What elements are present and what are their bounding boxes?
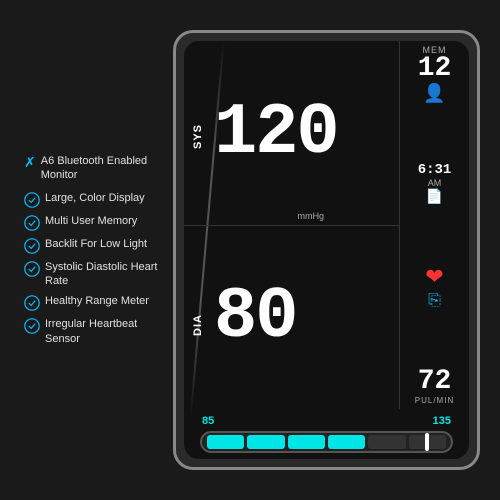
feature-item-backlit: Backlit For Low Light xyxy=(24,237,161,254)
dia-label: DIA xyxy=(192,314,204,336)
feature-item-range: Healthy Range Meter xyxy=(24,294,161,311)
pulse-section: 72 PUL/MIN xyxy=(402,368,467,405)
time-section: 6:31 AM 📄 xyxy=(402,162,467,205)
heart-icon: ❤ xyxy=(425,264,443,290)
sys-dia-labels: SYS DIA xyxy=(192,41,204,409)
meter-marker xyxy=(425,433,429,451)
time-display: 6:31 xyxy=(418,162,452,178)
bluetooth-small-icon: ⎘ xyxy=(428,292,441,310)
feature-label-readings: Systolic Diastolic Heart Rate xyxy=(45,260,161,289)
feature-label-range: Healthy Range Meter xyxy=(45,294,149,308)
meter-segment-3 xyxy=(288,435,325,449)
device-body: SYS DIA 120 mmHg 80 MEM xyxy=(173,30,480,470)
features-panel: ✗ A6 Bluetooth Enabled Monitor Large, Co… xyxy=(20,146,165,354)
range-meter: 85 135 xyxy=(184,409,469,459)
feature-item-bluetooth: ✗ A6 Bluetooth Enabled Monitor xyxy=(24,154,161,183)
meter-bar xyxy=(200,431,453,453)
check-icon-range xyxy=(24,295,40,311)
sys-label: SYS xyxy=(192,124,204,149)
check-icon-heartbeat xyxy=(24,318,40,334)
meter-segment-5 xyxy=(368,435,405,449)
check-icon-readings xyxy=(24,261,40,277)
diastolic-value: 80 xyxy=(214,281,296,353)
check-icon-backlit xyxy=(24,238,40,254)
readings-area: 120 mmHg 80 xyxy=(184,41,399,409)
person-icon: 👤 xyxy=(423,83,445,104)
systolic-reading: 120 mmHg xyxy=(184,41,399,226)
heart-section: ❤ ⎘ xyxy=(402,264,467,310)
feature-label-memory: Multi User Memory xyxy=(45,214,137,228)
diastolic-reading: 80 xyxy=(184,226,399,410)
feature-label-bluetooth: A6 Bluetooth Enabled Monitor xyxy=(41,154,161,183)
systolic-value: 120 xyxy=(214,97,338,169)
meter-segment-1 xyxy=(207,435,244,449)
feature-item-heartbeat: Irregular Heartbeat Sensor xyxy=(24,317,161,346)
meter-segment-2 xyxy=(247,435,284,449)
feature-label-heartbeat: Irregular Heartbeat Sensor xyxy=(45,317,161,346)
bluetooth-icon: ✗ xyxy=(24,154,36,171)
check-icon-display xyxy=(24,192,40,208)
main-content: SYS DIA 120 mmHg 80 MEM xyxy=(184,41,469,409)
feature-item-display: Large, Color Display xyxy=(24,191,161,208)
meter-segment-4 xyxy=(328,435,365,449)
mmhg-label: mmHg xyxy=(298,211,325,221)
pulse-value: 72 xyxy=(418,368,452,396)
feature-item-memory: Multi User Memory xyxy=(24,214,161,231)
feature-label-backlit: Backlit For Low Light xyxy=(45,237,147,251)
feature-item-readings: Systolic Diastolic Heart Rate xyxy=(24,260,161,289)
side-panel: MEM 12 👤 6:31 AM 📄 ❤ ⎘ 72 xyxy=(399,41,469,409)
range-right-value: 135 xyxy=(433,415,451,427)
display-screen: SYS DIA 120 mmHg 80 MEM xyxy=(184,41,469,459)
feature-label-display: Large, Color Display xyxy=(45,191,145,205)
pul-label: PUL/MIN xyxy=(415,396,454,405)
range-labels: 85 135 xyxy=(192,415,461,427)
document-icon: 📄 xyxy=(426,188,443,205)
monitor-container: ✗ A6 Bluetooth Enabled Monitor Large, Co… xyxy=(10,10,490,490)
mem-value: 12 xyxy=(418,55,452,83)
mem-section: MEM 12 👤 xyxy=(402,45,467,104)
check-icon-memory xyxy=(24,215,40,231)
am-label: AM xyxy=(428,178,442,188)
